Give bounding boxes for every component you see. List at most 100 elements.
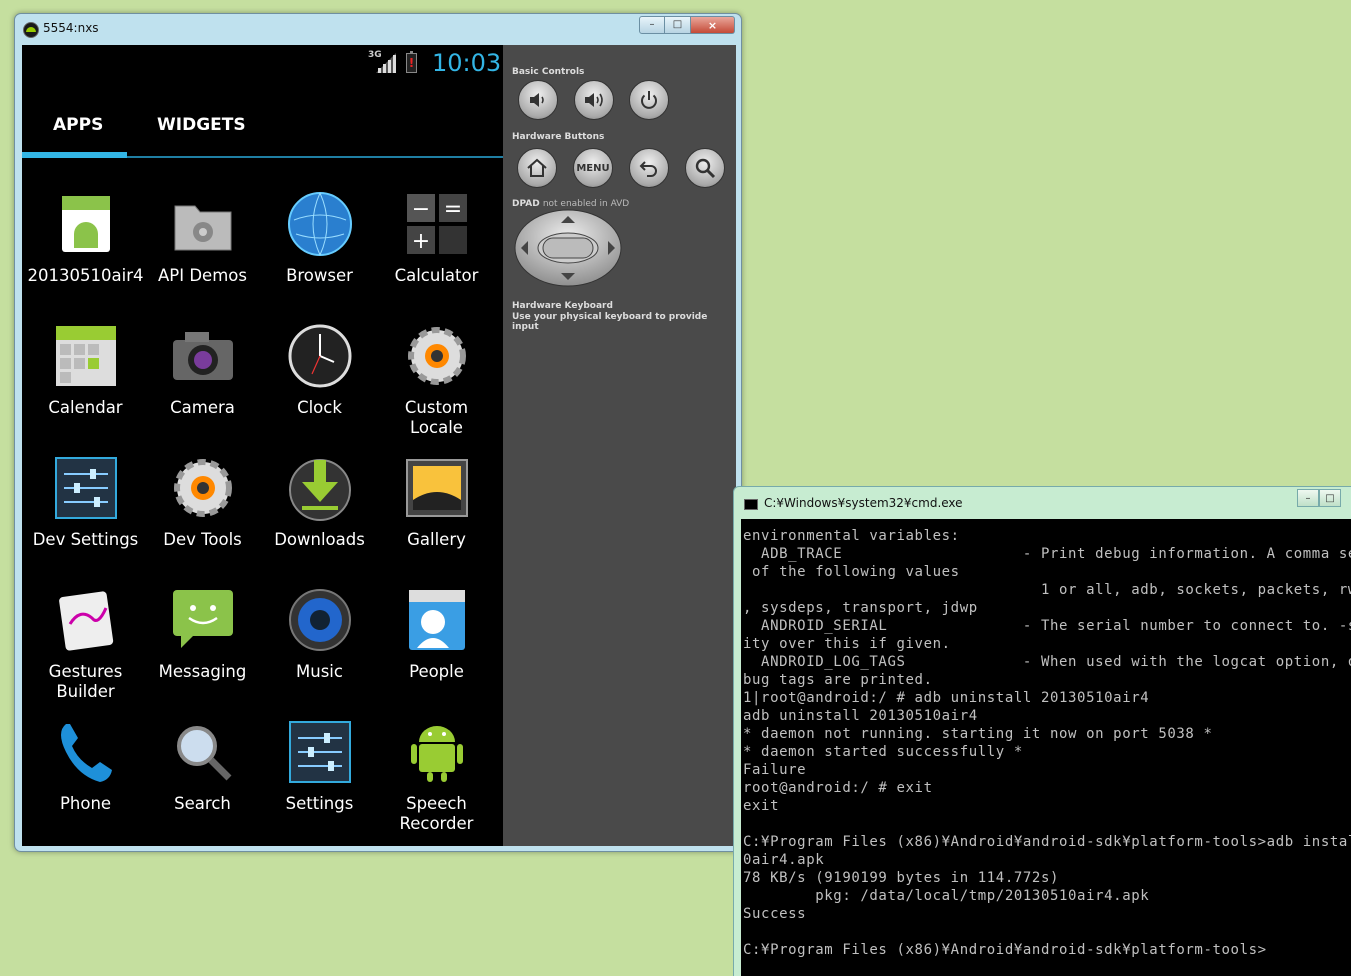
maximize-button[interactable]: □ — [665, 16, 691, 34]
cmd-window-title: C:¥Windows¥system32¥cmd.exe — [764, 496, 963, 510]
console-line: environmental variables: — [743, 528, 960, 544]
app-phone[interactable]: Phone — [27, 718, 144, 814]
apk-installer-icon — [52, 190, 120, 258]
cmd-app-icon — [744, 499, 758, 510]
status-bar: 3G ! 10:03 — [22, 45, 503, 81]
console-line: pkg: /data/local/tmp/20130510air4.apk — [743, 888, 1150, 904]
minimize-button[interactable]: – — [639, 16, 665, 34]
browser-globe-icon — [286, 190, 354, 258]
console-line: of the following values — [743, 564, 960, 580]
music-speaker-icon — [286, 586, 354, 654]
camera-icon — [169, 322, 237, 390]
console-line: C:¥Program Files (x86)¥Android¥android-s… — [743, 834, 1351, 850]
volume-down-button[interactable] — [518, 80, 558, 120]
app-label: Calculator — [394, 266, 479, 285]
cmd-maximize-button[interactable]: □ — [1319, 489, 1341, 507]
svg-text:−: − — [411, 197, 429, 222]
app-browser[interactable]: Browser — [261, 190, 378, 286]
hardware-keyboard-note: Use your physical keyboard to provide in… — [512, 312, 708, 332]
calendar-icon — [52, 322, 120, 390]
app-custom-locale[interactable]: Custom Locale — [378, 322, 495, 438]
app-label: API Demos — [158, 266, 247, 285]
app-calendar[interactable]: Calendar — [27, 322, 144, 418]
app-label: Calendar — [48, 398, 123, 417]
cmd-window: C:¥Windows¥system32¥cmd.exe – □ environm… — [733, 486, 1351, 976]
tab-widgets[interactable]: WIDGETS — [157, 115, 246, 135]
back-icon — [639, 161, 657, 177]
search-button[interactable] — [685, 148, 725, 188]
battery-icon: ! — [406, 51, 417, 73]
console-line: 0air4.apk — [743, 852, 825, 868]
power-icon — [641, 91, 657, 109]
svg-text:=: = — [443, 197, 461, 222]
console-line: bug tags are printed. — [743, 672, 933, 688]
phone-handset-icon — [52, 718, 120, 786]
console-line: , sysdeps, transport, jdwp — [743, 600, 978, 616]
app-label: Music — [296, 662, 343, 681]
emulator-app-icon — [23, 22, 39, 38]
close-button[interactable]: × — [691, 16, 735, 34]
cmd-minimize-button[interactable]: – — [1297, 489, 1319, 507]
app-messaging[interactable]: Messaging — [144, 586, 261, 682]
gestures-builder-icon — [52, 586, 120, 654]
app-search[interactable]: Search — [144, 718, 261, 814]
app-label: Downloads — [274, 530, 365, 549]
dev-settings-sliders-icon — [52, 454, 120, 522]
cmd-console[interactable]: environmental variables: ADB_TRACE - Pri… — [741, 519, 1351, 976]
emulator-window-title: 5554:nxs — [43, 21, 99, 35]
app-label: Messaging — [158, 662, 247, 681]
home-button[interactable] — [517, 148, 557, 188]
app-label: People — [409, 662, 464, 681]
search-icon — [695, 158, 716, 179]
launcher-tabs: APPS WIDGETS — [22, 109, 503, 159]
emulator-titlebar[interactable]: 5554:nxs – □ × — [15, 14, 741, 44]
app-calculator[interactable]: − = + Calculator — [378, 190, 495, 286]
console-line: C:¥Program Files (x86)¥Android¥android-s… — [743, 942, 1267, 958]
app-clock[interactable]: Clock — [261, 322, 378, 418]
hardware-keyboard-heading: Hardware Keyboard — [512, 301, 613, 311]
status-clock: 10:03 — [432, 49, 502, 77]
menu-button-label: MENU — [576, 162, 610, 174]
settings-sliders-icon — [286, 718, 354, 786]
app-label: Settings — [285, 794, 354, 813]
app-label: Speech Recorder — [399, 794, 474, 833]
downloads-arrow-icon — [286, 454, 354, 522]
calculator-icon: − = + — [403, 190, 471, 258]
console-line: exit — [743, 798, 780, 814]
android-screen[interactable]: 3G ! 10:03 APPS WIDGETS 20130510air4 API … — [22, 45, 503, 846]
tab-apps[interactable]: APPS — [53, 115, 103, 135]
app-downloads[interactable]: Downloads — [261, 454, 378, 550]
console-line: 78 KB/s (9190199 bytes in 114.772s) — [743, 870, 1060, 886]
android-robot-icon — [403, 718, 471, 786]
app-label: Gallery — [407, 530, 466, 549]
menu-button[interactable]: MENU — [573, 148, 613, 188]
console-line: Success — [743, 906, 807, 922]
people-contact-icon — [403, 586, 471, 654]
search-magnifier-icon — [169, 718, 237, 786]
gallery-icon — [403, 454, 471, 522]
app-speech-recorder[interactable]: Speech Recorder — [378, 718, 495, 834]
console-line: ity over this if given. — [743, 636, 951, 652]
signal-strength-icon — [376, 53, 396, 73]
console-line: ADB_TRACE - Print debug information. A c… — [761, 546, 1351, 562]
app-people[interactable]: People — [378, 586, 495, 682]
volume-up-icon — [585, 93, 603, 107]
app-gestures-builder[interactable]: Gestures Builder — [27, 586, 144, 702]
dpad-control — [514, 209, 622, 287]
app-dev-tools[interactable]: Dev Tools — [144, 454, 261, 550]
app-camera[interactable]: Camera — [144, 322, 261, 418]
app-20130510air4[interactable]: 20130510air4 — [27, 190, 144, 286]
basic-controls-heading: Basic Controls — [512, 67, 585, 77]
tab-selected-indicator — [22, 152, 127, 158]
volume-up-button[interactable] — [574, 80, 614, 120]
app-settings[interactable]: Settings — [261, 718, 378, 814]
cmd-titlebar[interactable]: C:¥Windows¥system32¥cmd.exe – □ — [734, 487, 1351, 517]
power-button[interactable] — [629, 80, 669, 120]
console-line: * daemon not running. starting it now on… — [743, 726, 1213, 742]
app-music[interactable]: Music — [261, 586, 378, 682]
app-gallery[interactable]: Gallery — [378, 454, 495, 550]
app-api-demos[interactable]: API Demos — [144, 190, 261, 286]
app-dev-settings[interactable]: Dev Settings — [27, 454, 144, 550]
hardware-buttons-heading: Hardware Buttons — [512, 132, 605, 142]
back-button[interactable] — [629, 148, 669, 188]
